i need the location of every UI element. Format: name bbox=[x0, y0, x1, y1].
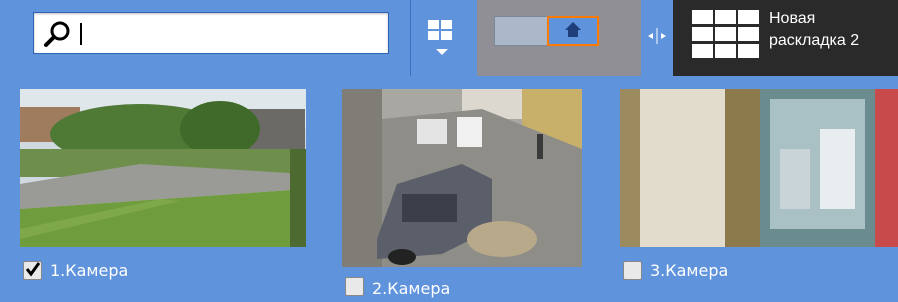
layout-grid-dropdown-button[interactable] bbox=[428, 20, 456, 60]
camera-label: 3.Камера bbox=[650, 261, 729, 280]
new-layout-label: Новая раскладка 2 bbox=[769, 10, 860, 49]
search-input[interactable] bbox=[33, 12, 389, 54]
camera-checkbox[interactable] bbox=[345, 277, 364, 296]
camera-label: 2.Камера bbox=[372, 279, 451, 298]
home-icon bbox=[565, 22, 581, 37]
layout-grid-icon bbox=[692, 10, 762, 60]
camera-label: 1.Камера bbox=[50, 261, 129, 280]
camera-tile[interactable]: 1.Камера bbox=[20, 89, 306, 289]
layouts-panel bbox=[477, 0, 641, 76]
camera-tile[interactable]: 3.Камера bbox=[620, 89, 898, 289]
checkmark-icon bbox=[25, 262, 41, 277]
grid-icon bbox=[441, 20, 452, 29]
chevron-down-icon bbox=[436, 49, 448, 55]
grid-icon bbox=[428, 31, 439, 40]
camera-preview-image bbox=[20, 89, 306, 247]
camera-preview-image bbox=[342, 89, 582, 267]
camera-preview-image bbox=[620, 89, 898, 247]
text-cursor bbox=[80, 23, 82, 45]
new-layout-button[interactable]: Новая раскладка 2 bbox=[673, 0, 898, 76]
camera-checkbox[interactable] bbox=[623, 261, 642, 280]
search-icon bbox=[44, 21, 70, 47]
grid-icon bbox=[428, 20, 439, 29]
camera-tile[interactable]: 2.Камера bbox=[342, 89, 582, 302]
resize-handle-icon[interactable] bbox=[647, 26, 667, 46]
camera-checkbox[interactable] bbox=[23, 261, 42, 280]
toolbar: Новая раскладка 2 bbox=[0, 0, 898, 78]
toolbar-divider bbox=[410, 0, 411, 76]
grid-icon bbox=[441, 31, 452, 40]
layout-thumbnail[interactable] bbox=[494, 16, 599, 46]
